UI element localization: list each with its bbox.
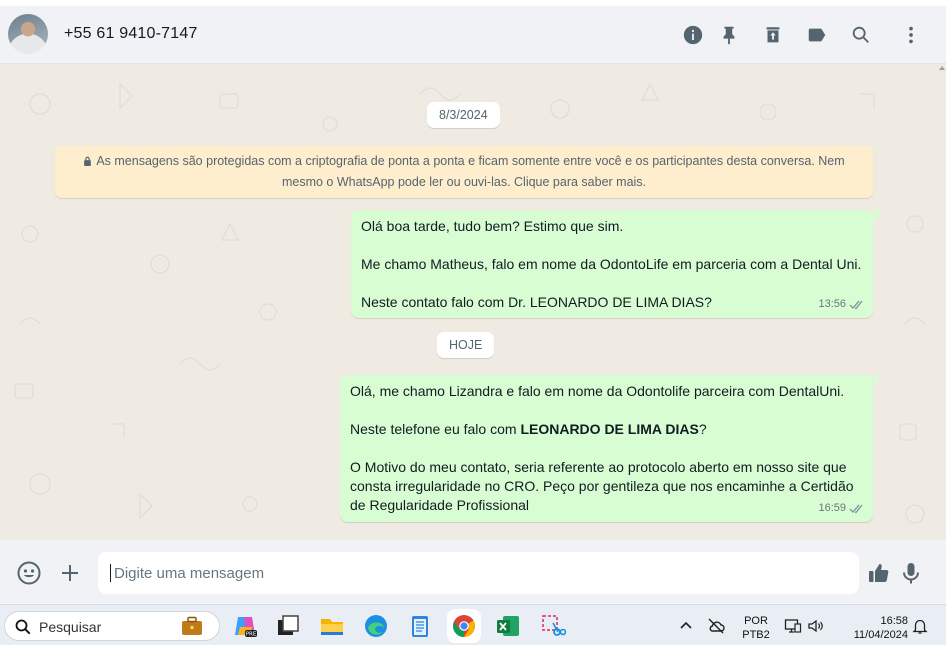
search-icon[interactable] <box>849 23 873 47</box>
message-text-line: Me chamo Matheus, falo em nome da Odonto… <box>361 256 862 272</box>
edge-browser-icon[interactable] <box>363 613 389 639</box>
encryption-notice[interactable]: As mensagens são protegidas com a cripto… <box>55 146 873 198</box>
thumbs-up-icon[interactable] <box>866 560 892 586</box>
message-text-suffix: ? <box>698 421 707 437</box>
taskbar-search[interactable]: Pesquisar <box>4 611 220 641</box>
language-code: POR <box>744 615 768 627</box>
outgoing-message[interactable]: Olá boa tarde, tudo bem? Estimo que sim.… <box>351 210 881 318</box>
message-time: 13:56 <box>818 298 846 310</box>
taskbar-search-label: Pesquisar <box>39 619 102 635</box>
notification-bell-icon[interactable] <box>911 617 929 635</box>
lock-icon <box>84 156 92 166</box>
briefcase-icon <box>182 616 202 635</box>
clock-date: 11/04/2024 <box>853 629 908 641</box>
message-input[interactable] <box>98 552 859 594</box>
bubble-tail <box>873 210 881 223</box>
scroll-up-arrow-icon[interactable] <box>939 64 945 72</box>
attach-plus-icon[interactable] <box>57 560 83 586</box>
encryption-notice-line2: mesmo o WhatsApp pode ler ou ouvi-las. C… <box>281 175 647 189</box>
chrome-browser-icon[interactable] <box>451 613 477 639</box>
label-icon[interactable] <box>805 23 829 47</box>
message-bold-name: LEONARDO DE LIMA DIAS <box>520 421 699 437</box>
encryption-notice-line1: As mensagens são protegidas com a cripto… <box>96 154 845 168</box>
copilot-icon[interactable]: PRE <box>232 613 258 639</box>
info-icon[interactable] <box>681 23 705 47</box>
cloud-offline-icon[interactable] <box>707 617 725 635</box>
snipping-tool-icon[interactable] <box>540 613 566 639</box>
message-text-line: Olá boa tarde, tudo bem? Estimo que sim. <box>361 218 624 234</box>
file-explorer-icon[interactable] <box>319 613 345 639</box>
pin-icon[interactable] <box>717 23 741 47</box>
task-view-icon[interactable] <box>275 613 301 639</box>
emoji-icon[interactable] <box>16 560 42 586</box>
date-separator-today: HOJE <box>437 332 495 358</box>
double-check-icon <box>849 504 863 514</box>
double-check-icon <box>849 300 863 310</box>
message-meta: 16:59 <box>818 499 865 518</box>
clock-time: 16:58 <box>880 615 908 627</box>
outgoing-message[interactable]: Olá, me chamo Lizandra e falo em nome da… <box>340 375 881 522</box>
svg-text:PRE: PRE <box>246 632 257 638</box>
excel-icon[interactable] <box>495 613 521 639</box>
chat-scrollbar[interactable] <box>938 64 946 540</box>
message-text-line: O Motivo do meu contato, seria referente… <box>350 459 847 475</box>
date-separator: 8/3/2024 <box>427 102 500 128</box>
chat-header[interactable]: +55 61 9410-7147 <box>0 6 946 64</box>
message-text-line: Neste telefone eu falo com LEONARDO DE L… <box>350 420 707 439</box>
volume-icon[interactable] <box>807 617 825 635</box>
contact-avatar[interactable] <box>8 14 48 54</box>
taskbar-clock[interactable]: 16:58 11/04/2024 <box>838 614 908 642</box>
message-text-line: de Regularidade Profissional <box>350 497 529 513</box>
chevron-up-icon[interactable] <box>677 617 695 635</box>
message-text-line: Neste contato falo com Dr. LEONARDO DE L… <box>361 294 712 310</box>
message-composer <box>0 540 946 604</box>
microphone-icon[interactable] <box>898 560 924 586</box>
input-language[interactable]: POR PTB2 <box>740 614 772 642</box>
windows-taskbar: Pesquisar PRE POR PTB2 16:58 11/04/2024 <box>0 604 946 645</box>
notepad-icon[interactable] <box>407 613 433 639</box>
network-icon[interactable] <box>784 617 802 635</box>
contact-name[interactable]: +55 61 9410-7147 <box>64 25 198 43</box>
message-text-prefix: Neste telefone eu falo com <box>350 421 521 437</box>
message-time: 16:59 <box>818 502 846 514</box>
message-text-line: consta irregularidade no CRO. Peço por g… <box>350 478 854 494</box>
menu-icon[interactable] <box>899 23 923 47</box>
text-caret <box>110 564 111 582</box>
message-meta: 13:56 <box>818 295 865 314</box>
archive-icon[interactable] <box>761 23 785 47</box>
bubble-tail <box>873 375 881 388</box>
message-list[interactable]: 8/3/2024 As mensagens são protegidas com… <box>0 64 946 540</box>
message-text-line: Olá, me chamo Lizandra e falo em nome da… <box>350 383 845 399</box>
search-icon <box>15 619 31 635</box>
keyboard-layout: PTB2 <box>742 629 770 641</box>
